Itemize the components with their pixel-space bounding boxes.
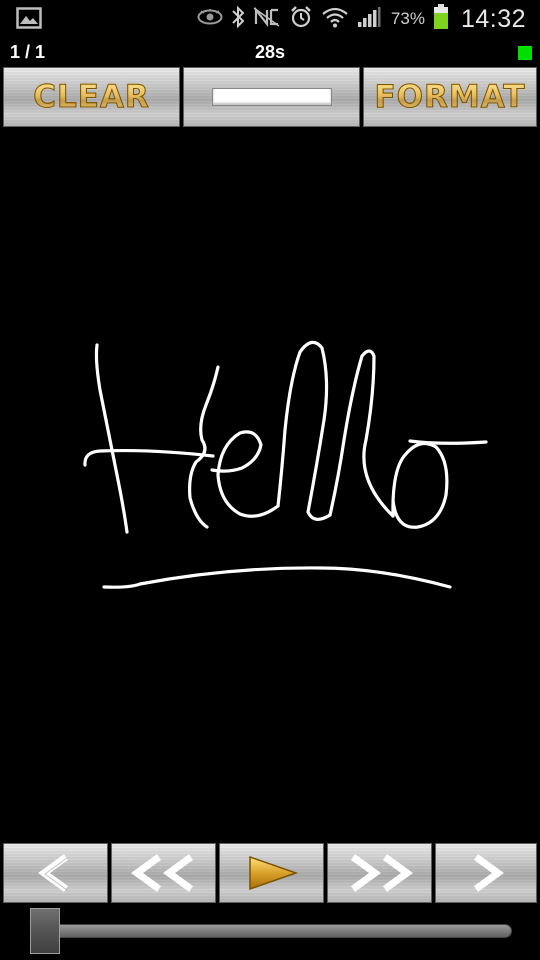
double-chevron-right-icon [350,854,413,892]
nfc-icon [253,6,281,33]
double-chevron-left-icon [130,854,193,892]
format-button-label: FORMAT [374,79,526,116]
battery-icon [433,3,449,35]
signal-icon [357,6,381,33]
stroke-e [210,430,280,518]
format-button[interactable]: FORMAT [363,67,537,127]
alarm-icon [289,5,313,34]
status-bar: 73% 14:32 [0,0,540,38]
eye-icon [197,8,223,31]
wifi-icon [321,6,349,33]
clock: 14:32 [460,4,526,33]
battery-percent: 73% [390,9,425,28]
toolbar: CLEAR FORMAT [3,67,537,127]
stroke-l1 [276,340,332,521]
recording-timer: 28s [254,42,286,62]
stroke-h-left [94,343,129,534]
slider-thumb[interactable] [30,908,60,954]
status-led [518,46,532,60]
stroke-underline [102,566,452,589]
previous-button[interactable] [3,843,108,903]
pen-color-swatch [211,88,332,106]
handwriting-strokes [83,340,488,589]
slider-track[interactable] [30,924,512,938]
stroke-o-tail [408,439,488,445]
clear-button[interactable]: CLEAR [3,67,180,127]
status-bar-left [16,7,42,34]
next-button[interactable] [435,843,537,903]
stroke-l2 [328,349,395,518]
drawing-canvas[interactable] [0,128,540,840]
chevron-right-icon [473,854,504,892]
info-row: 1 / 1 28s [0,38,540,66]
status-bar-right: 73% 14:32 [197,0,526,38]
bluetooth-icon [231,5,245,34]
play-button[interactable] [219,843,324,903]
timeline-slider[interactable] [30,908,512,954]
clear-button-label: CLEAR [33,79,150,116]
gallery-icon [16,7,42,34]
fast-forward-button[interactable] [327,843,432,903]
stroke-o [391,441,449,529]
play-icon [248,855,298,891]
rewind-button[interactable] [111,843,216,903]
playback-controls [3,843,537,903]
stroke-h-right [188,365,220,529]
pen-color-button[interactable] [183,67,360,127]
chevron-left-icon [37,854,68,892]
